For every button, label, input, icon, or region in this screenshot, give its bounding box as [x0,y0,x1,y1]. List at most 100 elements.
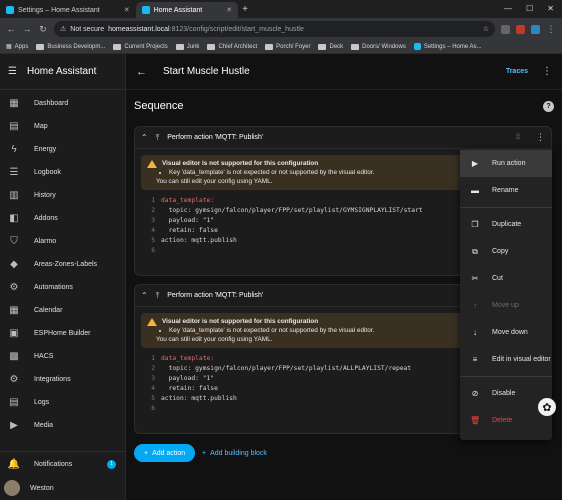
scissors-icon: ✂ [471,274,479,283]
folder-icon [207,43,216,50]
browser-tab-home-assistant[interactable]: Home Assistant ✕ [135,2,239,18]
bookmark-folder[interactable]: Junk [175,43,199,50]
sidebar-item-map[interactable]: ▤ Map [0,115,125,138]
extension-icon[interactable] [531,24,540,34]
add-building-block-button[interactable]: + Add building block [202,444,267,462]
browser-tab-bar: Settings – Home Assistant ✕ Home Assista… [0,0,562,18]
bookmark-folder[interactable]: Current Projects [113,43,168,50]
bookmark-settings[interactable]: Settings – Home As... [413,43,482,50]
chevron-up-icon[interactable]: ⌃ [141,133,148,142]
divider [460,376,552,377]
more-icon[interactable]: ⋮ [546,24,556,35]
menu-item-duplicate[interactable]: ❐ Duplicate [460,211,552,238]
history-icon: ▥ [9,190,19,201]
plus-icon: + [202,449,207,457]
rename-icon: ▬ [471,186,479,195]
line-number: 3 [151,217,155,224]
assistant-fab-icon[interactable]: ✿ [538,398,556,416]
bookmark-folder[interactable]: Business Developm... [36,43,105,50]
sidebar-item-calendar[interactable]: ▦ Calendar [0,299,125,322]
folder-icon [351,43,360,50]
maximize-icon[interactable]: ☐ [526,4,533,13]
play-icon: ▶ [471,159,479,168]
sidebar-item-label: Automations [34,284,73,291]
alert-icon [147,317,157,326]
sidebar-item-hacs[interactable]: ▩ HACS [0,345,125,368]
sidebar-item-user[interactable]: Weston [0,476,126,500]
extension-icon[interactable] [501,24,510,34]
bookmark-folder[interactable]: Doors/ Windows [351,43,406,50]
bookmark-folder[interactable]: Chief Architect [207,43,257,50]
help-icon[interactable]: ? [543,100,554,112]
close-tab-icon[interactable]: ✕ [226,6,232,14]
disable-icon: ⊘ [471,389,479,398]
close-tab-icon[interactable]: ✕ [124,6,130,14]
sidebar-item-history[interactable]: ▥ History [0,184,125,207]
star-icon[interactable]: ☆ [483,25,489,33]
sidebar-item-energy[interactable]: ϟ Energy [0,138,125,161]
apps-grid-icon: ▦ [6,44,12,50]
back-arrow-icon[interactable]: ← [6,24,16,34]
line-number: 2 [151,365,155,372]
screen: { "browser": { "tabs": [ {"label": "Sett… [0,0,562,500]
sidebar-item-label: Integrations [34,376,71,383]
menu-item-copy[interactable]: ⧉ Copy [460,238,552,265]
action-card-header[interactable]: ⌃ ⤒ Perform action 'MQTT: Publish' ⁞⁞ ⋮ [135,127,551,149]
overflow-menu-icon[interactable]: ⋮ [542,66,552,77]
drag-handle-icon[interactable]: ⁞⁞ [516,134,520,141]
extension-icon[interactable] [516,24,525,34]
menu-item-run-action[interactable]: ▶ Run action [460,150,552,177]
sidebar-item-esphome-builder[interactable]: ▣ ESPHome Builder [0,322,125,345]
sidebar-item-integrations[interactable]: ⚙ Integrations [0,368,125,391]
new-tab-button[interactable]: + [242,4,248,15]
bookmark-folder[interactable]: Porch/ Foyer [265,43,310,50]
sidebar-item-label: Media [34,422,54,429]
sidebar-item-automations[interactable]: ⚙ Automations [0,276,125,299]
menu-item-cut[interactable]: ✂ Cut [460,265,552,292]
sequence-header: Sequence ? [134,100,554,112]
browser-tab-settings[interactable]: Settings – Home Assistant ✕ [0,2,136,18]
sidebar-item-areas-zones-labels[interactable]: ◆ Areas-Zones-Labels [0,253,125,276]
forward-arrow-icon[interactable]: → [22,24,32,34]
chevron-up-icon[interactable]: ⌃ [141,291,148,300]
shield-icon: ⛉ [10,236,18,247]
notification-count-badge: 1 [107,459,116,469]
reload-icon[interactable]: ↻ [38,24,48,35]
folder-icon [265,43,274,50]
robot-icon: ⚙ [9,282,19,293]
sidebar-item-alarmo[interactable]: ⛉ Alarmo [0,230,125,253]
menu-item-move-down[interactable]: ↓ Move down [460,319,552,346]
hacs-icon: ▩ [9,351,19,362]
arrow-up-icon: ↑ [473,301,477,310]
sidebar-item-logs[interactable]: ▤ Logs [0,391,125,414]
menu-item-label: Delete [492,417,513,424]
url-input[interactable]: ⚠ Not secure homeassistant.local:8123/co… [54,21,495,37]
sidebar-item-notifications[interactable]: 🔔 Notifications 1 [0,452,126,476]
sidebar-item-dashboard[interactable]: ▦ Dashboard [0,92,125,115]
line-number: 3 [151,375,155,382]
menu-icon[interactable]: ☰ [8,66,17,77]
sidebar-item-label: Alarmo [34,238,57,245]
bookmark-folder[interactable]: Deck [318,43,343,50]
sidebar-item-logbook[interactable]: ☰ Logbook [0,161,125,184]
add-action-button[interactable]: + Add action [134,444,196,462]
line-number: 6 [151,247,155,254]
page-title: Start Muscle Hustle [163,66,250,77]
back-arrow-icon[interactable]: ← [136,66,147,78]
bookmark-apps[interactable]: ▦ Apps [6,43,28,51]
minimize-icon[interactable]: — [504,4,512,13]
sidebar-item-label: Areas-Zones-Labels [34,261,98,268]
code-text: topic: gymsign/falcon/player/FPP/set/pla… [161,207,423,214]
folder-icon [318,43,327,50]
sidebar-item-media[interactable]: ▶ Media [0,414,125,437]
sidebar-item-addons[interactable]: ◧ Addons [0,207,125,230]
publish-action-icon: ⤒ [155,290,160,300]
copy-icon: ⧉ [472,246,478,256]
close-window-icon[interactable]: ✕ [547,4,554,13]
menu-item-edit-in-visual-editor[interactable]: ≡ Edit in visual editor [460,346,552,373]
menu-item-rename[interactable]: ▬ Rename [460,177,552,204]
bell-icon: 🔔 [7,458,21,470]
traces-button[interactable]: Traces [506,68,528,75]
sidebar-item-label: ESPHome Builder [34,330,91,337]
card-overflow-menu-icon[interactable]: ⋮ [536,132,545,143]
